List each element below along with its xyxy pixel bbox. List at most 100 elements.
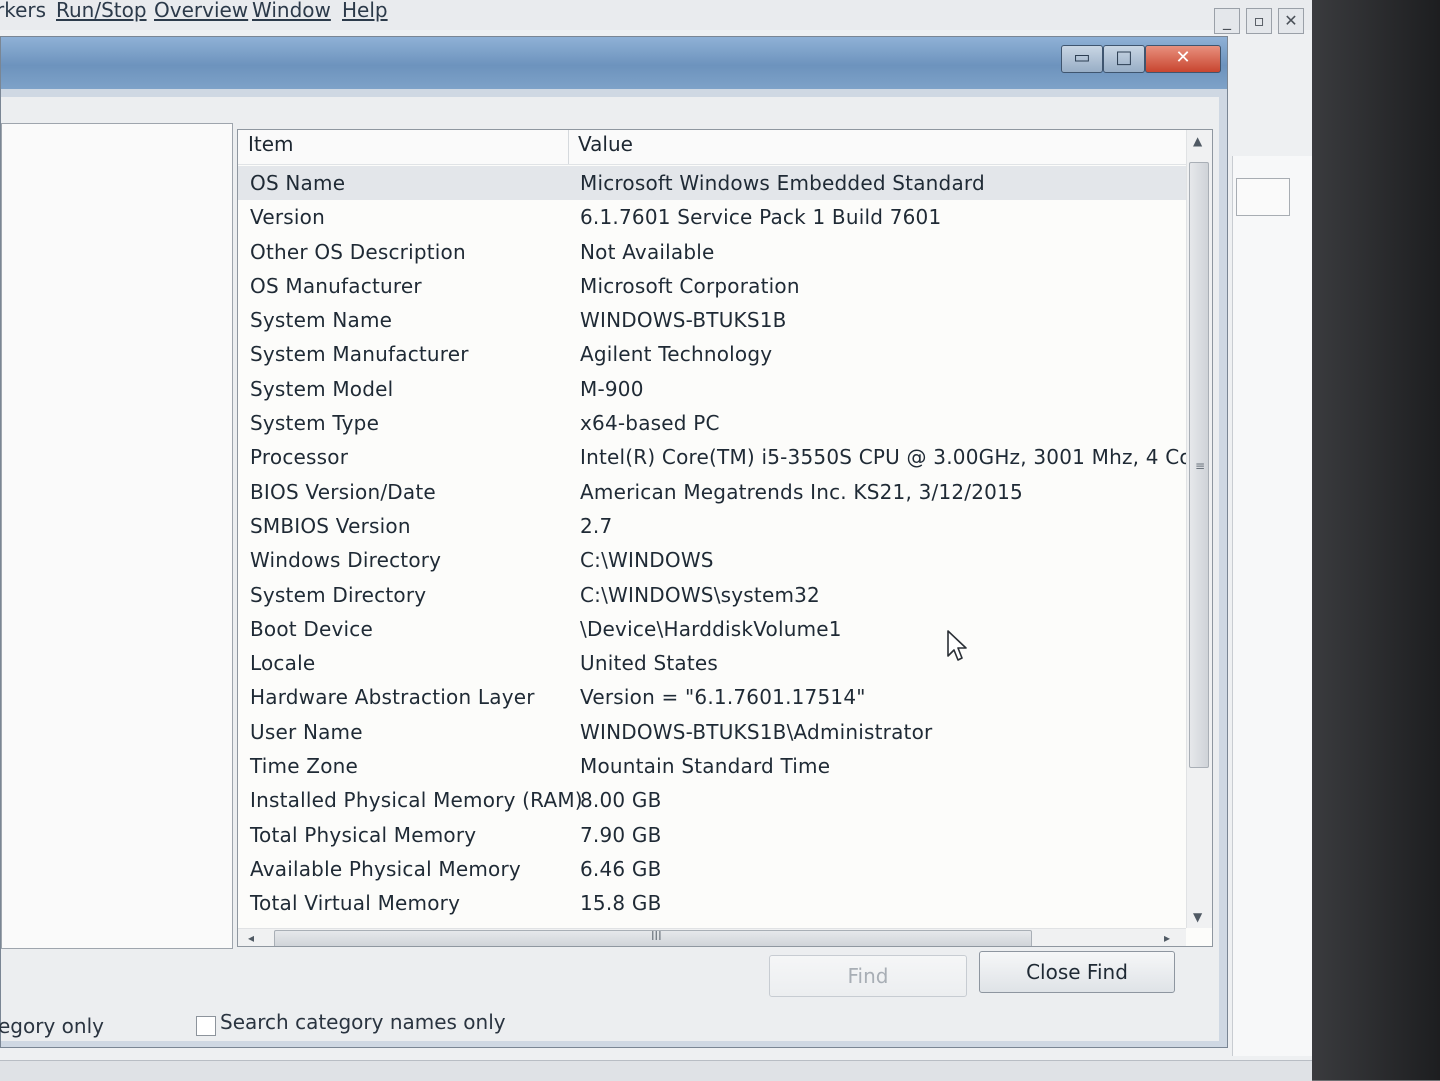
table-row[interactable]: System Name WINDOWS-BTUKS1B	[238, 303, 1186, 337]
scroll-down-arrow-icon[interactable]: ▼	[1193, 910, 1202, 924]
table-row[interactable]: Total Virtual Memory 15.8 GB	[238, 886, 1186, 920]
window-client-area: Item Value OS Name Microsoft Windows Embe…	[1, 97, 1219, 1041]
column-header-item[interactable]: Item	[248, 132, 294, 156]
row-value: WINDOWS-BTUKS1B\Administrator	[580, 719, 933, 744]
close-button[interactable]: ✕	[1145, 45, 1221, 73]
maximize-button[interactable]: □	[1103, 45, 1145, 73]
background-right-box	[1236, 178, 1290, 216]
row-value: WINDOWS-BTUKS1B	[580, 308, 787, 333]
category-tree[interactable]	[1, 123, 233, 949]
row-item: System Directory	[250, 582, 427, 607]
row-item: OS Name	[250, 171, 346, 195]
grip-icon: III	[651, 929, 662, 943]
menu-item-window[interactable]: Window	[252, 0, 331, 22]
table-row[interactable]: Available Physical Memory 6.46 GB	[238, 852, 1186, 886]
table-row[interactable]: OS Name Microsoft Windows Embedded Standa…	[238, 166, 1186, 201]
row-value: C:\WINDOWS	[580, 548, 714, 573]
system-summary-list[interactable]: Item Value OS Name Microsoft Windows Embe…	[237, 129, 1213, 947]
row-item: System Model	[250, 376, 394, 401]
row-value: Agilent Technology	[580, 342, 773, 367]
background-minimize-button[interactable]: _	[1214, 8, 1240, 34]
find-button[interactable]: Find	[769, 955, 967, 997]
row-value: United States	[580, 651, 719, 676]
close-find-button[interactable]: Close Find	[979, 951, 1175, 993]
table-row[interactable]: Hardware Abstraction Layer Version = "6.1…	[238, 680, 1186, 714]
table-row[interactable]: Time Zone Mountain Standard Time	[238, 749, 1186, 783]
table-row[interactable]: System Type x64-based PC	[238, 406, 1186, 440]
row-value: Microsoft Corporation	[580, 273, 800, 298]
scroll-left-arrow-icon[interactable]: ◂	[248, 931, 254, 945]
row-item: Processor	[250, 445, 349, 470]
row-item: Total Virtual Memory	[250, 891, 461, 916]
window-titlebar[interactable]: ▭ □ ✕	[1, 37, 1227, 89]
search-category-names-label[interactable]: Search category names only	[220, 1010, 506, 1034]
row-item: User Name	[250, 719, 363, 744]
row-value: Version = "6.1.7601.17514"	[580, 685, 866, 710]
row-item: BIOS Version/Date	[250, 479, 436, 504]
search-category-names-checkbox[interactable]	[196, 1016, 216, 1036]
horizontal-scrollbar[interactable]: ◂ III ▸	[238, 928, 1186, 946]
table-row[interactable]: Processor Intel(R) Core(TM) i5-3550S CPU …	[238, 440, 1212, 474]
row-item: Available Physical Memory	[250, 856, 521, 881]
row-item: OS Manufacturer	[250, 273, 422, 298]
system-information-window: ▭ □ ✕ Item Value OS Name Microsoft Window…	[0, 36, 1228, 1048]
table-row[interactable]: Boot Device \Device\HarddiskVolume1	[238, 612, 1186, 646]
column-header-value[interactable]: Value	[578, 132, 633, 156]
table-row[interactable]: System Directory C:\WINDOWS\system32	[238, 578, 1186, 612]
table-row[interactable]: Locale United States	[238, 646, 1186, 680]
table-row[interactable]: Other OS Description Not Available	[238, 235, 1186, 269]
taskbar-edge	[0, 1060, 1312, 1081]
table-row[interactable]: System Manufacturer Agilent Technology	[238, 337, 1186, 371]
menu-item-help[interactable]: Help	[342, 0, 388, 22]
row-value: M-900	[580, 376, 644, 401]
background-right-panel	[1232, 156, 1313, 1056]
row-item: SMBIOS Version	[250, 513, 411, 538]
row-item: Total Physical Memory	[250, 822, 477, 847]
table-row[interactable]: Total Physical Memory 7.90 GB	[238, 818, 1186, 852]
row-item: Time Zone	[250, 754, 359, 779]
row-value: 8.00 GB	[580, 788, 662, 813]
scroll-right-arrow-icon[interactable]: ▸	[1164, 931, 1170, 945]
menu-item-overview[interactable]: Overview	[154, 0, 248, 22]
menu-item-workers[interactable]: rkers	[0, 0, 46, 22]
row-item: System Manufacturer	[250, 342, 469, 367]
table-row[interactable]: Installed Physical Memory (RAM) 8.00 GB	[238, 783, 1186, 817]
row-value: 7.90 GB	[580, 822, 662, 847]
row-value: 15.8 GB	[580, 891, 662, 916]
vertical-scrollbar[interactable]: ▲ ≡ ▼	[1186, 130, 1212, 928]
row-value: Intel(R) Core(TM) i5-3550S CPU @ 3.00GHz…	[580, 445, 1213, 470]
scroll-up-arrow-icon[interactable]: ▲	[1193, 134, 1202, 148]
row-value: 6.1.7601 Service Pack 1 Build 7601	[580, 205, 942, 230]
row-item: Windows Directory	[250, 548, 442, 573]
row-value: American Megatrends Inc. KS21, 3/12/2015	[580, 479, 1023, 504]
row-value: x64-based PC	[580, 411, 720, 436]
row-item: Locale	[250, 651, 316, 676]
row-item: Installed Physical Memory (RAM)	[250, 788, 583, 813]
row-item: Other OS Description	[250, 239, 466, 264]
row-value: \Device\HarddiskVolume1	[580, 616, 842, 641]
list-header: Item Value	[238, 130, 1186, 165]
row-item: Boot Device	[250, 616, 373, 641]
row-item: System Name	[250, 308, 393, 333]
list-rows: OS Name Microsoft Windows Embedded Standa…	[238, 166, 1212, 921]
table-row[interactable]: System Model M-900	[238, 372, 1186, 406]
table-row[interactable]: SMBIOS Version 2.7	[238, 509, 1186, 543]
horizontal-scroll-thumb[interactable]: III	[274, 929, 1032, 946]
mouse-cursor-icon	[947, 630, 967, 661]
table-row[interactable]: User Name WINDOWS-BTUKS1B\Administrator	[238, 715, 1186, 749]
menu-item-run-stop[interactable]: Run/Stop	[56, 0, 147, 22]
table-row[interactable]: Version 6.1.7601 Service Pack 1 Build 760…	[238, 200, 1186, 234]
table-row[interactable]: Windows Directory C:\WINDOWS	[238, 543, 1186, 577]
background-restore-button[interactable]: ▫	[1246, 8, 1272, 34]
column-separator[interactable]	[568, 130, 569, 164]
table-row[interactable]: OS Manufacturer Microsoft Corporation	[238, 269, 1186, 303]
row-value: 2.7	[580, 513, 613, 538]
row-value: Microsoft Windows Embedded Standard	[580, 171, 985, 195]
row-value: C:\WINDOWS\system32	[580, 582, 820, 607]
table-row[interactable]: BIOS Version/Date American Megatrends Inc…	[238, 475, 1186, 509]
row-item: Hardware Abstraction Layer	[250, 685, 535, 710]
row-item: Version	[250, 205, 325, 230]
background-close-button[interactable]: ✕	[1278, 8, 1304, 34]
minimize-button[interactable]: ▭	[1061, 45, 1103, 73]
vertical-scroll-thumb[interactable]: ≡	[1189, 162, 1209, 768]
